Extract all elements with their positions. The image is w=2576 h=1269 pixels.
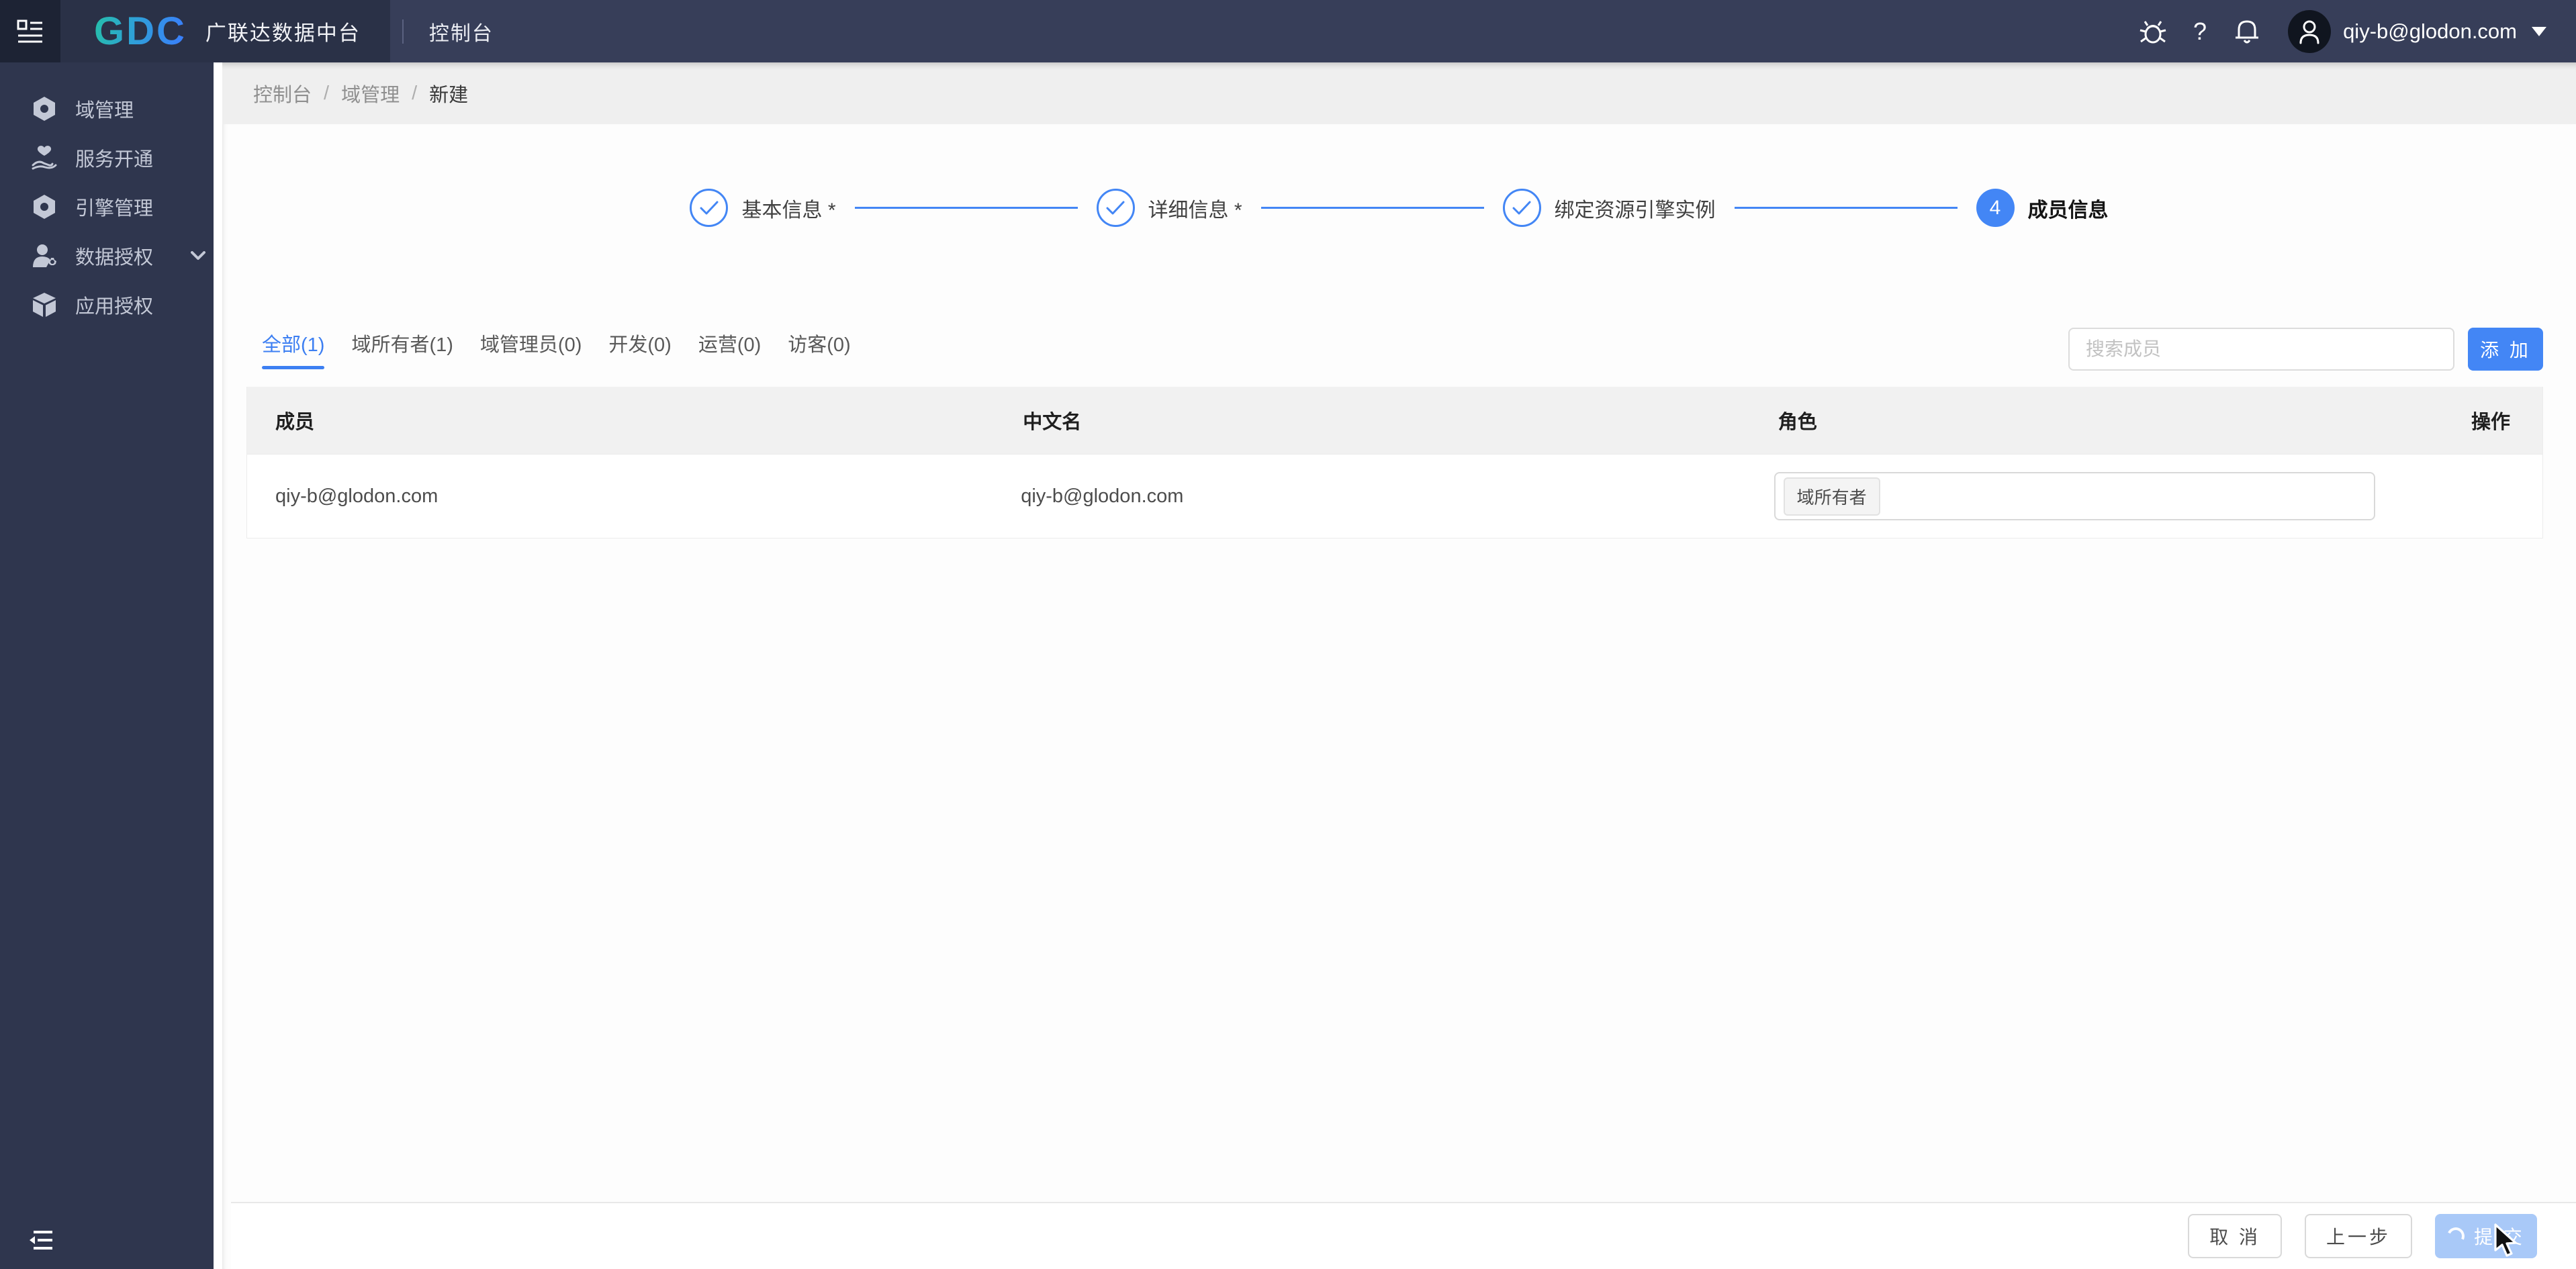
tabs-toolbar-row: 全部(1) 域所有者(1) 域管理员(0) 开发(0) 运营(0) 访客(0) xyxy=(222,328,2576,371)
step-label: 成员信息 xyxy=(2028,193,2109,223)
sidebar-item-label: 数据授权 xyxy=(75,242,153,270)
tab-label: 开发(0) xyxy=(608,334,671,356)
step-connector xyxy=(1735,207,1958,209)
sidebar-fold-button[interactable] xyxy=(28,1229,55,1254)
breadcrumb: 控制台 / 域管理 / 新建 xyxy=(222,62,2576,124)
tab-domain-admin[interactable]: 域管理员(0) xyxy=(480,329,582,369)
active-tab-underline xyxy=(262,366,324,369)
cell-chinese-name: qiy-b@glodon.com xyxy=(1021,485,1774,508)
sidebar: 域管理 服务开通 引擎管理 xyxy=(0,62,214,1269)
wizard-footer: 取 消 上一步 提 交 xyxy=(231,1202,2576,1269)
sidebar-item-engine-management[interactable]: 引擎管理 xyxy=(0,182,214,231)
menu-collapse-icon xyxy=(17,19,44,44)
hand-heart-icon xyxy=(31,145,58,171)
fold-left-icon xyxy=(28,1229,55,1251)
submit-label: 提 交 xyxy=(2474,1223,2525,1250)
check-icon xyxy=(700,201,719,216)
cube-icon xyxy=(31,292,58,318)
user-gear-icon xyxy=(31,243,58,269)
check-icon xyxy=(1512,201,1531,216)
question-mark-icon: ? xyxy=(2193,17,2207,46)
step-bind-engine: 绑定资源引擎实例 xyxy=(1503,189,1716,227)
brand: GDC 广联达数据中台 xyxy=(60,0,390,62)
cancel-button[interactable]: 取 消 xyxy=(2188,1214,2282,1258)
loading-spinner-icon xyxy=(2444,1225,2467,1247)
tab-label: 域管理员(0) xyxy=(480,334,582,356)
tab-guest[interactable]: 访客(0) xyxy=(788,329,850,369)
breadcrumb-domain-management[interactable]: 域管理 xyxy=(341,79,400,107)
step-connector xyxy=(855,207,1078,209)
check-icon xyxy=(1106,201,1125,216)
topbar: GDC 广联达数据中台 控制台 ? qiy-b@glodon.co xyxy=(0,0,2576,62)
step-check-circle xyxy=(690,189,728,227)
bug-icon xyxy=(2139,18,2167,45)
step-label: 绑定资源引擎实例 xyxy=(1555,193,1716,223)
hexagon-nut-icon xyxy=(31,194,58,220)
tab-label: 运营(0) xyxy=(698,334,761,356)
role-tag: 域所有者 xyxy=(1784,477,1880,516)
step-label: 详细信息 * xyxy=(1148,193,1242,223)
step-member-info: 4 成员信息 xyxy=(1976,189,2109,227)
tab-developer[interactable]: 开发(0) xyxy=(608,329,671,369)
previous-step-button[interactable]: 上一步 xyxy=(2305,1214,2412,1258)
breadcrumb-console[interactable]: 控制台 xyxy=(253,79,312,107)
chevron-down-icon xyxy=(191,251,205,261)
sidebar-item-label: 服务开通 xyxy=(75,144,153,172)
header-member: 成员 xyxy=(247,406,1023,434)
tab-label: 访客(0) xyxy=(788,334,850,356)
breadcrumb-separator: / xyxy=(412,83,417,105)
bell-icon xyxy=(2234,17,2260,46)
hexagon-nut-icon xyxy=(31,96,58,122)
user-email[interactable]: qiy-b@glodon.com xyxy=(2343,19,2517,44)
main-content: 控制台 / 域管理 / 新建 基本信息 * xyxy=(214,62,2576,1269)
sidebar-toggle-button[interactable] xyxy=(0,0,60,62)
product-name: 广联达数据中台 xyxy=(205,16,361,46)
members-table: 成员 中文名 角色 操作 qiy-b@glodon.com qiy-b@glod… xyxy=(246,387,2543,538)
tab-all[interactable]: 全部(1) xyxy=(262,329,324,369)
header-chinese-name: 中文名 xyxy=(1023,406,1778,434)
add-member-button[interactable]: 添 加 xyxy=(2468,328,2543,371)
sidebar-item-service-activation[interactable]: 服务开通 xyxy=(0,133,214,182)
sidebar-item-domain-management[interactable]: 域管理 xyxy=(0,84,214,133)
role-select[interactable]: 域所有者 xyxy=(1774,472,2375,520)
step-check-circle xyxy=(1503,189,1541,227)
tab-label: 全部(1) xyxy=(262,334,324,356)
tab-label: 域所有者(1) xyxy=(351,334,453,356)
table-row: qiy-b@glodon.com qiy-b@glodon.com 域所有者 xyxy=(247,454,2542,538)
gdc-logo: GDC xyxy=(94,9,187,54)
sidebar-item-label: 应用授权 xyxy=(75,291,153,319)
avatar[interactable] xyxy=(2288,10,2331,53)
wizard-page: 基本信息 * 详细信息 * 绑定资源引擎实例 xyxy=(222,124,2576,1269)
tab-operations[interactable]: 运营(0) xyxy=(698,329,761,369)
bug-report-button[interactable] xyxy=(2129,18,2176,45)
breadcrumb-current: 新建 xyxy=(429,79,468,107)
step-detail-info: 详细信息 * xyxy=(1097,189,1242,227)
header-action: 操作 xyxy=(2375,406,2542,434)
user-icon xyxy=(2297,19,2321,44)
step-number-circle: 4 xyxy=(1976,189,2015,227)
sidebar-item-label: 域管理 xyxy=(75,95,134,123)
breadcrumb-separator: / xyxy=(324,83,329,105)
console-nav-item[interactable]: 控制台 xyxy=(429,17,494,46)
stepper: 基本信息 * 详细信息 * 绑定资源引擎实例 xyxy=(222,124,2576,227)
help-button[interactable]: ? xyxy=(2176,17,2223,46)
step-connector xyxy=(1261,207,1484,209)
tab-domain-owner[interactable]: 域所有者(1) xyxy=(351,329,453,369)
cell-role: 域所有者 xyxy=(1774,472,2375,520)
user-menu-caret-icon[interactable] xyxy=(2532,27,2546,36)
step-label: 基本信息 * xyxy=(741,193,835,223)
sidebar-item-data-authorization[interactable]: 数据授权 xyxy=(0,231,214,280)
table-header-row: 成员 中文名 角色 操作 xyxy=(247,387,2542,454)
step-basic-info: 基本信息 * xyxy=(690,189,835,227)
sidebar-item-label: 引擎管理 xyxy=(75,193,153,221)
notifications-button[interactable] xyxy=(2223,17,2270,46)
topbar-divider xyxy=(402,19,404,44)
header-role: 角色 xyxy=(1778,406,2375,434)
step-check-circle xyxy=(1097,189,1135,227)
search-member-input[interactable] xyxy=(2068,328,2454,371)
submit-button[interactable]: 提 交 xyxy=(2435,1214,2537,1258)
cell-member: qiy-b@glodon.com xyxy=(247,485,1021,508)
sidebar-item-app-authorization[interactable]: 应用授权 xyxy=(0,280,214,329)
